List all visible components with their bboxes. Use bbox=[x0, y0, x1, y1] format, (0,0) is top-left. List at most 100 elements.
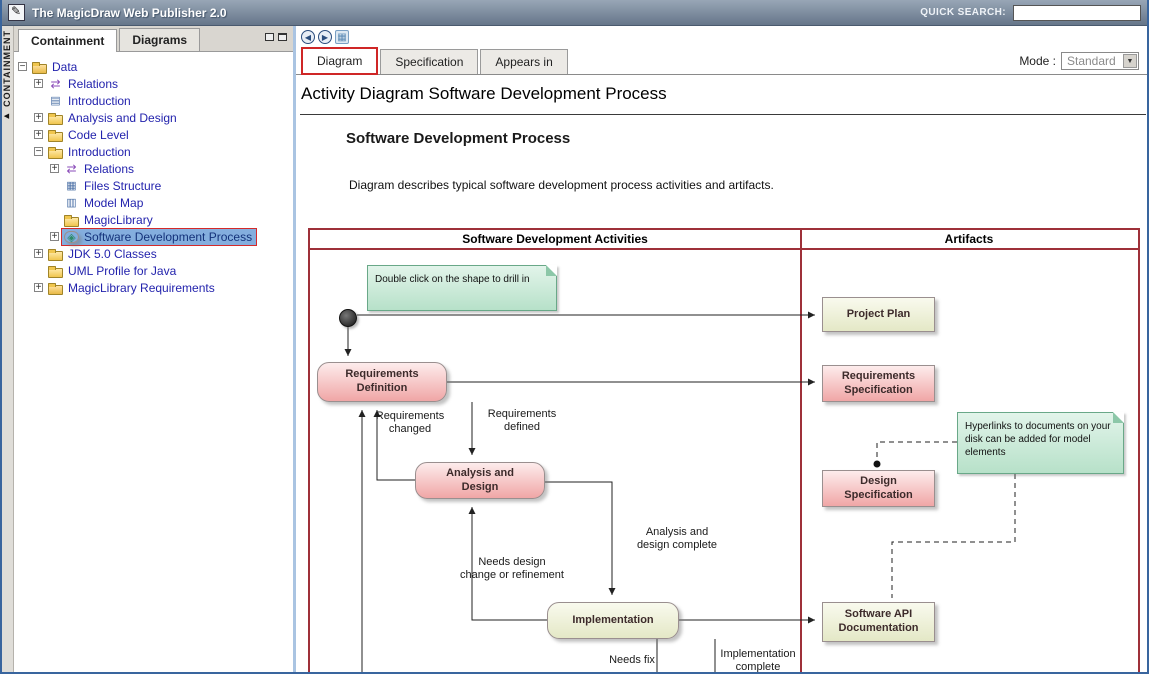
tree-item-magiclibrary[interactable]: MagicLibrary bbox=[14, 211, 293, 228]
page-title: Activity Diagram Software Development Pr… bbox=[301, 84, 667, 104]
chevron-down-icon[interactable] bbox=[1123, 54, 1137, 68]
quick-search-label: QUICK SEARCH: bbox=[920, 7, 1006, 18]
relations-icon: ⇄ bbox=[48, 78, 63, 90]
window-title: The MagicDraw Web Publisher 2.0 bbox=[32, 6, 227, 20]
plus-expander-icon[interactable]: + bbox=[34, 113, 43, 122]
minimize-panel-icon[interactable] bbox=[265, 33, 274, 41]
edge-label-requirements-defined: Requirements defined bbox=[480, 408, 564, 433]
tree-item-label: Files Structure bbox=[82, 179, 163, 193]
containment-tree: −Data+⇄Relations▤Introduction+Analysis a… bbox=[14, 52, 293, 296]
activity-diagram: Software Development Activities Artifact… bbox=[308, 228, 1140, 672]
tree-item-relations[interactable]: +⇄Relations bbox=[14, 160, 293, 177]
map-icon: ▥ bbox=[64, 197, 79, 209]
nav-icons: ◀▶▦ bbox=[301, 30, 349, 44]
node-design-specification[interactable]: Design Specification bbox=[822, 470, 935, 507]
tab-appears-in[interactable]: Appears in bbox=[480, 49, 567, 74]
edge-label-analysis-and-design-complete: Analysis and design complete bbox=[628, 526, 726, 551]
dashed-edge bbox=[877, 442, 957, 461]
float-panel-icon[interactable] bbox=[278, 33, 287, 41]
tab-diagrams[interactable]: Diagrams bbox=[119, 28, 200, 51]
tree-item-label: Data bbox=[50, 60, 79, 74]
tree-item-label: Relations bbox=[66, 77, 120, 91]
tree-item-label: MagicLibrary Requirements bbox=[66, 281, 217, 295]
node-software-api-documentation[interactable]: Software API Documentation bbox=[822, 602, 935, 642]
tree-item-code-level[interactable]: + Code Level bbox=[14, 126, 293, 143]
title-divider bbox=[300, 114, 1146, 115]
tree-item-label: UML Profile for Java bbox=[66, 264, 178, 278]
node-implementation[interactable]: Implementation bbox=[547, 602, 679, 639]
quick-search-input[interactable] bbox=[1013, 5, 1141, 21]
structure-icon: ▦ bbox=[64, 180, 79, 192]
plus-expander-icon[interactable]: + bbox=[34, 130, 43, 139]
mode-label: Mode : bbox=[1019, 54, 1056, 68]
node-analysis-and-design[interactable]: Analysis and Design bbox=[415, 462, 545, 499]
plus-expander-icon[interactable]: + bbox=[50, 232, 59, 241]
edge-label-needs-design-change-or-refinem: Needs design change or refinement bbox=[450, 556, 574, 581]
titlebar: The MagicDraw Web Publisher 2.0 QUICK SE… bbox=[0, 0, 1149, 26]
plus-expander-icon[interactable]: + bbox=[34, 249, 43, 258]
diagram-heading: Software Development Process bbox=[346, 130, 570, 147]
node-requirements-specification[interactable]: Requirements Specification bbox=[822, 365, 935, 402]
collapse-panel-arrow-icon[interactable] bbox=[4, 112, 9, 120]
relations-icon: ⇄ bbox=[64, 163, 79, 175]
edge-label-requirements-changed: Requirements changed bbox=[368, 410, 452, 435]
note-drill-in: Double click on the shape to drill in bbox=[367, 265, 557, 311]
panel-window-controls bbox=[265, 33, 287, 41]
note-text: Double click on the shape to drill in bbox=[375, 274, 530, 285]
tree-item-data[interactable]: − Data bbox=[14, 58, 293, 75]
content-tab-bar: Diagram Specification Appears in Mode : … bbox=[296, 48, 1147, 75]
edge-label-needs-fix: Needs fix bbox=[604, 654, 660, 667]
tree-item-label: Introduction bbox=[66, 145, 133, 159]
tree-item-label: JDK 5.0 Classes bbox=[66, 247, 159, 261]
folder-icon bbox=[48, 265, 63, 277]
table-icon: ▤ bbox=[48, 95, 63, 107]
folder-data-icon bbox=[32, 61, 47, 73]
magicdraw-logo-icon bbox=[8, 4, 25, 21]
tree-item-label: MagicLibrary bbox=[82, 213, 155, 227]
tree-item-software-development-process[interactable]: + ◈Software Development Process bbox=[14, 228, 293, 245]
edge-anchor-dot bbox=[874, 461, 881, 468]
containment-panel: Containment Diagrams −Data+⇄Relations▤In… bbox=[14, 26, 293, 672]
tree-item-jdk-5-0-classes[interactable]: + JDK 5.0 Classes bbox=[14, 245, 293, 262]
tree-item-model-map[interactable]: ▥Model Map bbox=[14, 194, 293, 211]
folder-req-icon bbox=[48, 282, 63, 294]
mode-value: Standard bbox=[1067, 54, 1116, 68]
node-project-plan[interactable]: Project Plan bbox=[822, 297, 935, 332]
folder-icon bbox=[64, 214, 79, 226]
minus-expander-icon[interactable]: − bbox=[18, 62, 27, 71]
show-diagram-image-icon[interactable]: ▦ bbox=[335, 30, 349, 44]
containment-strip-label: CONTAINMENT bbox=[2, 30, 12, 107]
plus-expander-icon[interactable]: + bbox=[34, 283, 43, 292]
tab-specification[interactable]: Specification bbox=[380, 49, 478, 74]
tree-item-label: Code Level bbox=[66, 128, 131, 142]
back-icon[interactable]: ◀ bbox=[301, 30, 315, 44]
content-panel: ◀▶▦ Diagram Specification Appears in Mod… bbox=[296, 26, 1147, 672]
tree-item-label: Analysis and Design bbox=[66, 111, 179, 125]
tree-item-analysis-and-design[interactable]: + Analysis and Design bbox=[14, 109, 293, 126]
tab-diagram[interactable]: Diagram bbox=[301, 47, 378, 75]
folder-icon bbox=[48, 146, 63, 158]
tree-item-introduction[interactable]: ▤Introduction bbox=[14, 92, 293, 109]
tree-item-label: Software Development Process bbox=[82, 230, 254, 244]
mode-select[interactable]: Standard bbox=[1061, 52, 1139, 70]
note-hyperlinks: Hyperlinks to documents on your disk can… bbox=[957, 412, 1124, 474]
containment-side-strip[interactable]: CONTAINMENT bbox=[0, 26, 14, 674]
folder-icon bbox=[48, 129, 63, 141]
forward-icon[interactable]: ▶ bbox=[318, 30, 332, 44]
plus-expander-icon[interactable]: + bbox=[50, 164, 59, 173]
tree-item-uml-profile-for-java[interactable]: UML Profile for Java bbox=[14, 262, 293, 279]
diagram-canvas: Requirements Definition Analysis and Desi… bbox=[310, 230, 1138, 672]
tree-item-label: Model Map bbox=[82, 196, 145, 210]
edge-label-implementation-complete: Implementation complete bbox=[712, 648, 804, 672]
node-requirements-definition[interactable]: Requirements Definition bbox=[317, 362, 447, 402]
tree-item-relations[interactable]: + ⇄Relations bbox=[14, 75, 293, 92]
tree-item-magiclibrary-requirements[interactable]: + MagicLibrary Requirements bbox=[14, 279, 293, 296]
tree-item-label: Introduction bbox=[66, 94, 133, 108]
tree-item-introduction[interactable]: − Introduction bbox=[14, 143, 293, 160]
minus-expander-icon[interactable]: − bbox=[34, 147, 43, 156]
tree-item-files-structure[interactable]: ▦Files Structure bbox=[14, 177, 293, 194]
tab-containment[interactable]: Containment bbox=[18, 29, 117, 52]
plus-expander-icon[interactable]: + bbox=[34, 79, 43, 88]
node-initial[interactable] bbox=[339, 309, 357, 327]
activity-icon: ◈ bbox=[64, 231, 79, 243]
